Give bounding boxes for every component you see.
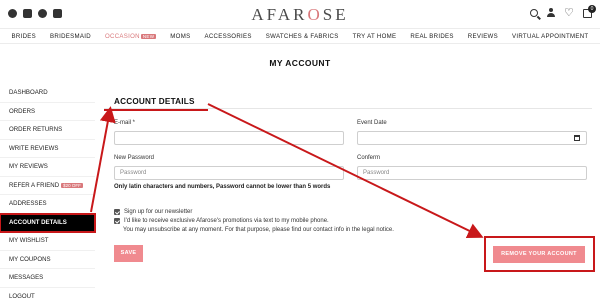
nav-item-bridesmaid[interactable]: BRIDESMAID — [50, 33, 91, 40]
sidebar-item-my-coupons[interactable]: MY COUPONS — [0, 251, 95, 269]
newsletter-checkbox[interactable] — [114, 209, 120, 215]
newsletter-label: Sign up for our newsletter — [124, 209, 193, 215]
discount-badge: $20 OFF — [61, 182, 83, 188]
nav-item-occasion-label: OCCASION — [104, 32, 140, 40]
sms-checkbox-row[interactable]: I'd like to receive exclusive Afarose's … — [114, 218, 329, 224]
sidebar-item-my-wishlist[interactable]: MY WISHLIST — [0, 232, 95, 251]
new-password-field[interactable]: Password — [114, 166, 344, 180]
event-date-label: Event Date — [357, 120, 387, 126]
section-title: ACCOUNT DETAILS — [114, 97, 195, 106]
unsubscribe-note: You may unsubscribe at any moment. For t… — [123, 227, 394, 233]
sidebar-item-label: REFER A FRIEND — [9, 181, 60, 189]
sidebar-item-refer-a-friend[interactable]: REFER A FRIEND $20 OFF — [0, 177, 95, 195]
user-icon[interactable] — [547, 8, 555, 18]
sidebar-item-dashboard[interactable]: DASHBOARD — [0, 84, 95, 103]
event-date-field[interactable] — [357, 131, 587, 145]
confirm-password-label: Conferm — [357, 155, 381, 161]
sidebar-item-messages[interactable]: MESSAGES — [0, 269, 95, 288]
sidebar-item-write-reviews[interactable]: WRITE REVIEWS — [0, 140, 95, 158]
new-badge: NEW — [140, 33, 157, 39]
nav-item-try-at-home[interactable]: TRY AT HOME — [353, 33, 397, 40]
brand-logo[interactable]: AFAROSE — [0, 5, 600, 25]
sidebar-item-my-reviews[interactable]: MY REVIEWS — [0, 158, 95, 177]
nav-item-occasion[interactable]: OCCASION NEW — [104, 32, 157, 40]
email-label: E-mail * — [114, 120, 136, 126]
sidebar-item-logout[interactable]: LOGOUT — [0, 288, 95, 305]
top-bar: AFAROSE ♡ 0 — [0, 0, 600, 28]
nav-item-real-brides[interactable]: REAL BRIDES — [410, 33, 453, 40]
sms-label: I'd like to receive exclusive Afarose's … — [124, 218, 329, 224]
save-button[interactable]: SAVE — [114, 245, 143, 262]
nav-item-swatches[interactable]: SWATCHES & FABRICS — [266, 33, 339, 40]
main-nav: BRIDES BRIDESMAID OCCASION NEW MOMS ACCES… — [0, 28, 600, 44]
password-rules-note: Only latin characters and numbers, Passw… — [114, 184, 331, 190]
search-icon[interactable] — [530, 9, 538, 17]
remove-account-button[interactable]: REMOVE YOUR ACCOUNT — [493, 246, 585, 263]
sidebar-item-account-details[interactable]: ACCOUNT DETAILS — [0, 212, 96, 233]
sms-checkbox[interactable] — [114, 218, 120, 224]
calendar-icon[interactable] — [574, 135, 580, 141]
sidebar-item-orders[interactable]: ORDERS — [0, 103, 95, 121]
nav-item-reviews[interactable]: REVIEWS — [468, 33, 498, 40]
sidebar-item-addresses[interactable]: ADDRESSES — [0, 195, 95, 214]
confirm-password-field[interactable]: Password — [357, 166, 587, 180]
header-icons: ♡ 0 — [530, 4, 596, 19]
sidebar-item-order-returns[interactable]: ORDER RETURNS — [0, 121, 95, 140]
cart-count-badge: 0 — [588, 4, 596, 13]
nav-item-brides[interactable]: BRIDES — [12, 33, 37, 40]
annotation-underline — [104, 109, 208, 111]
account-sidebar: DASHBOARD ORDERS ORDER RETURNS WRITE REV… — [0, 84, 96, 305]
nav-item-accessories[interactable]: ACCESSORIES — [204, 33, 251, 40]
bag-icon[interactable]: 0 — [583, 4, 596, 18]
page-title: MY ACCOUNT — [269, 58, 331, 68]
nav-item-virtual-appointment[interactable]: VIRTUAL APPOINTMENT — [512, 33, 588, 40]
heart-icon[interactable]: ♡ — [564, 8, 574, 19]
newsletter-checkbox-row[interactable]: Sign up for our newsletter — [114, 209, 192, 215]
nav-item-moms[interactable]: MOMS — [170, 33, 190, 40]
new-password-label: New Password — [114, 155, 155, 161]
email-field[interactable] — [114, 131, 344, 145]
